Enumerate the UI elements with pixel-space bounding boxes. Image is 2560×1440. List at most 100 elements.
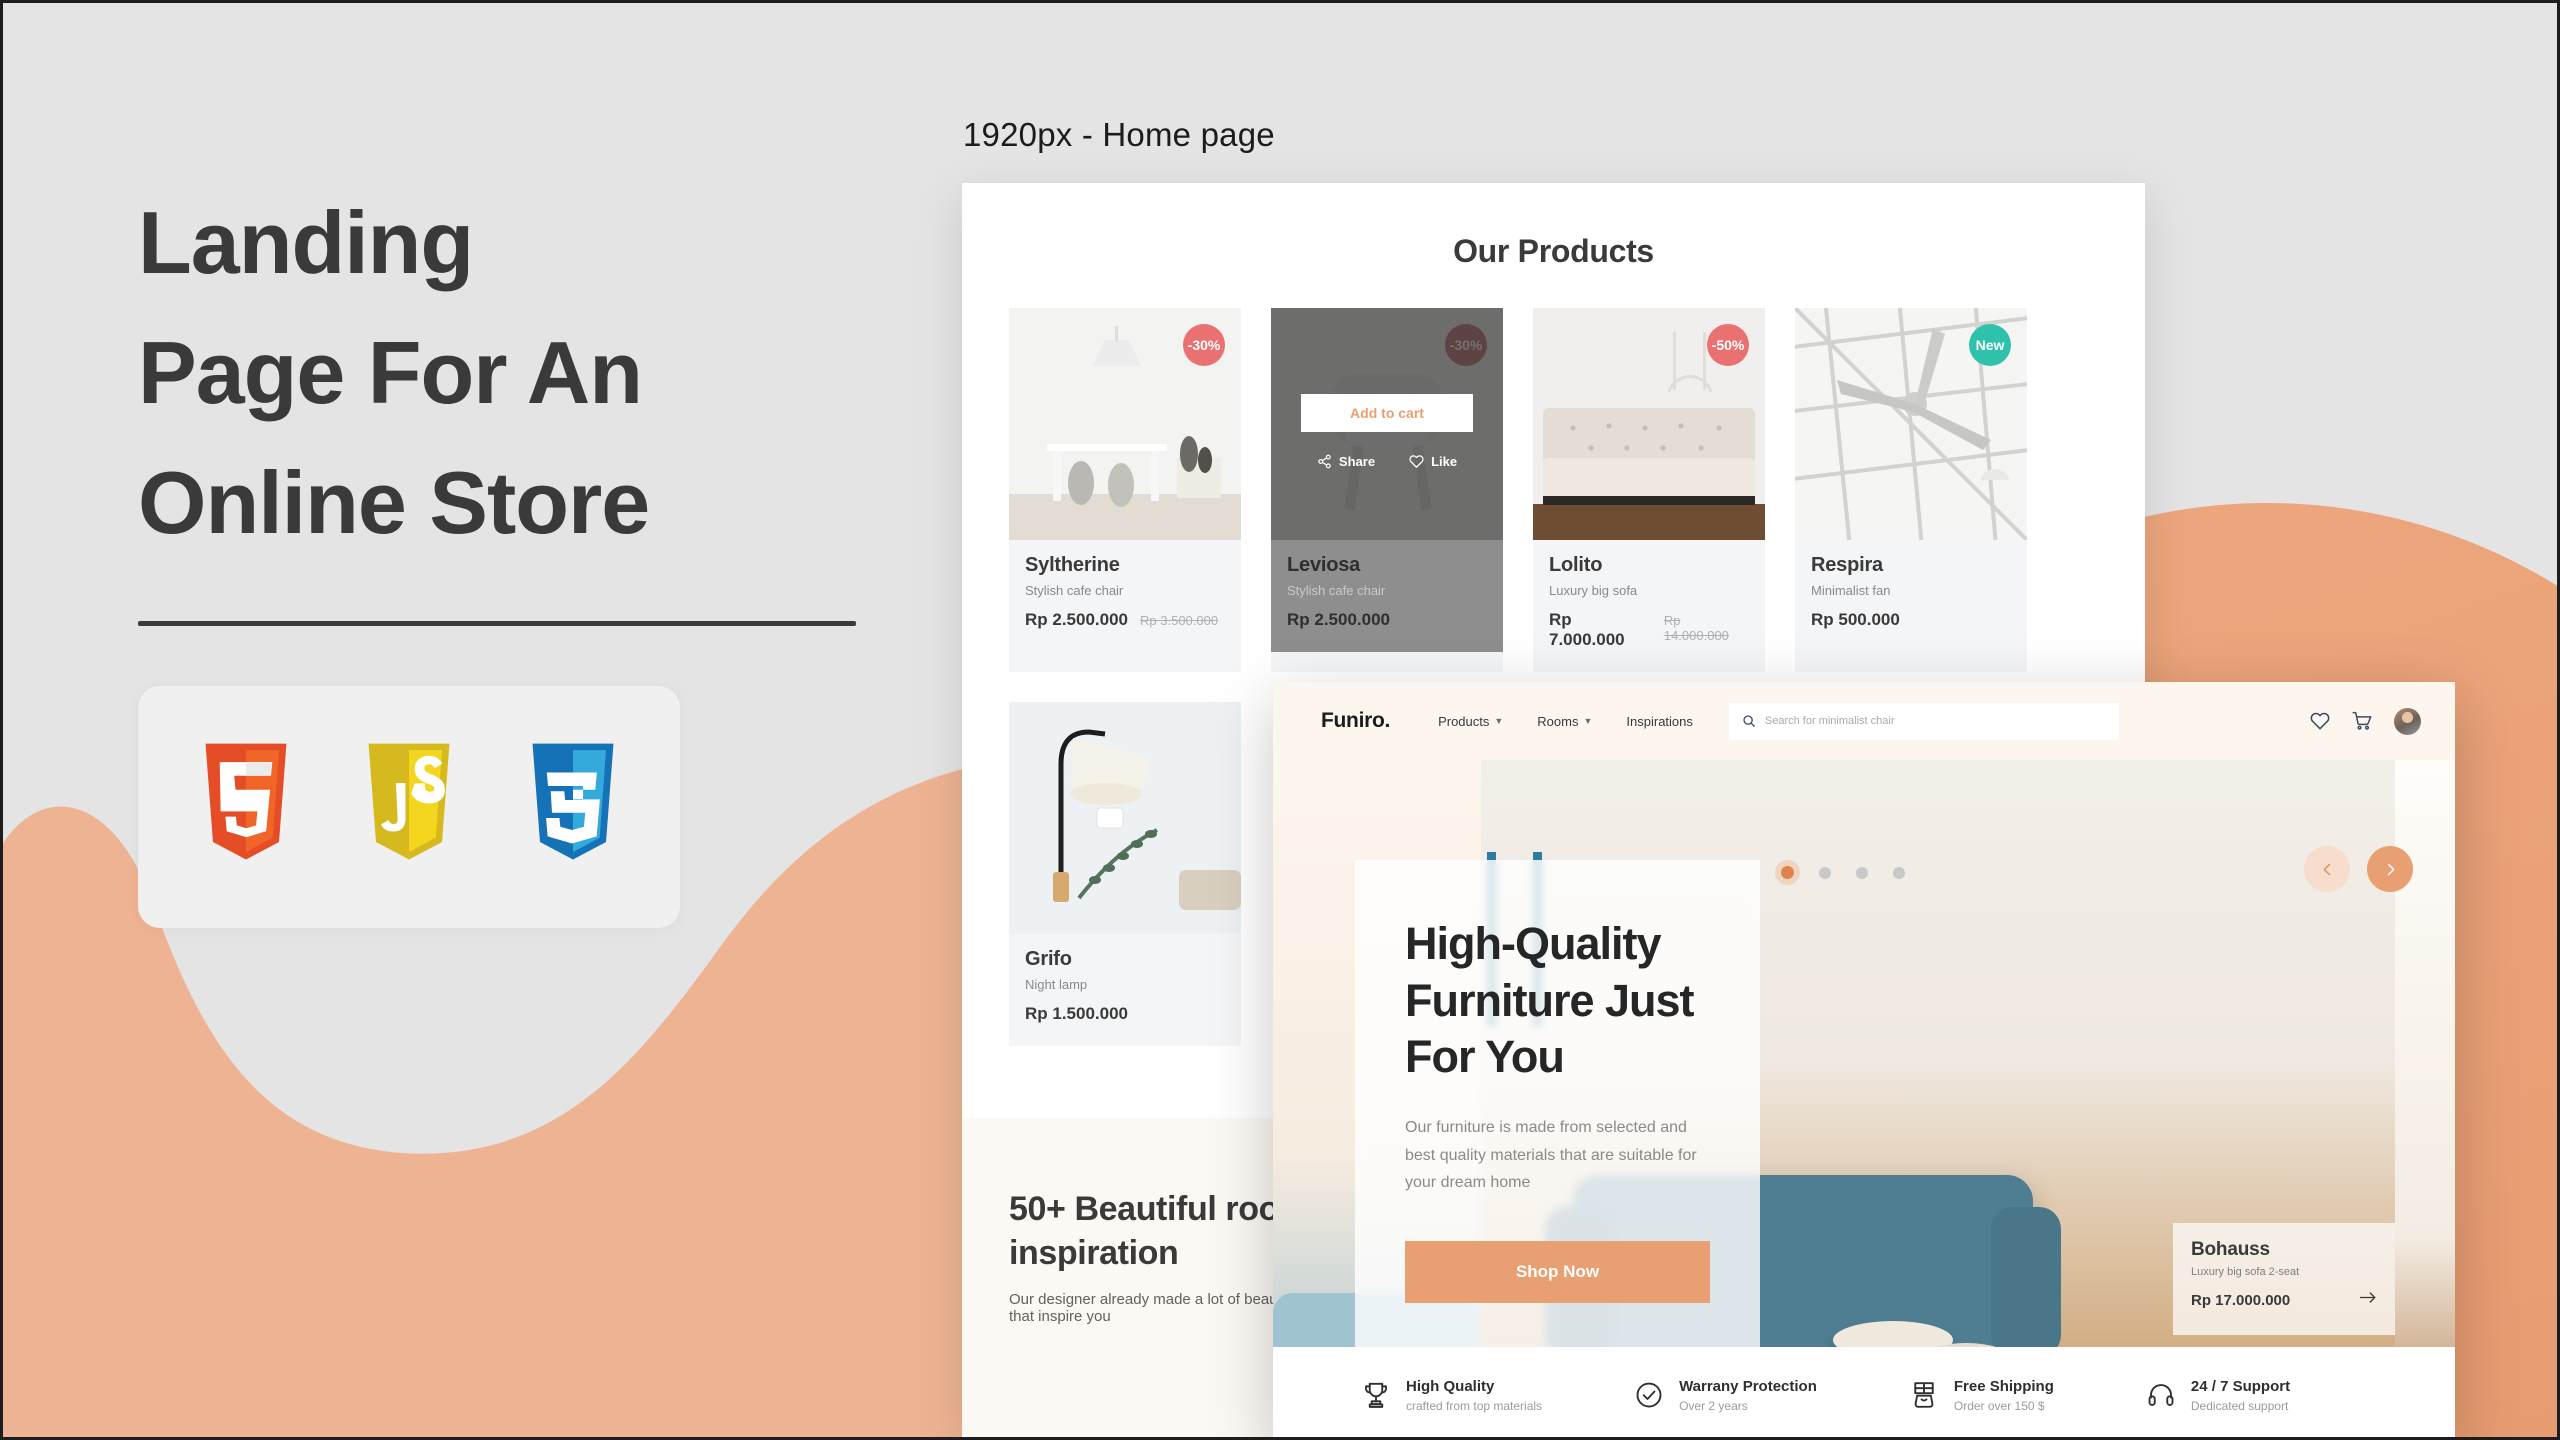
nav-label: Inspirations	[1626, 713, 1693, 729]
share-icon	[1318, 454, 1331, 469]
product-name: Lolito	[1549, 554, 1603, 576]
mockup-label: 1920px - Home page	[963, 116, 1275, 153]
product-hover-overlay: Add to cart Share Like	[1271, 394, 1503, 469]
product-price: Rp 2.500.000	[1287, 610, 1391, 629]
product-price-row: Rp 500.000	[1811, 610, 2011, 630]
carousel-dot-4[interactable]	[1893, 866, 1905, 879]
funiro-nav-links: Products ▼ Rooms ▼ Inspirations	[1438, 714, 1693, 729]
product-old-price: Rp 14.000.000	[1663, 613, 1729, 643]
carousel-dot-2[interactable]	[1819, 866, 1831, 879]
product-name: Respira	[1811, 554, 1883, 576]
carousel-arrows	[2304, 846, 2413, 892]
carousel-dots	[1781, 866, 1905, 879]
carousel-dot-1[interactable]	[1781, 866, 1794, 879]
feature-subtitle: Dedicated support	[2190, 1398, 2289, 1413]
search-placeholder: Search for minimalist chair	[1764, 715, 1895, 727]
feature-title: 24 / 7 Support	[2190, 1377, 2291, 1395]
product-info: Leviosa Stylish cafe chair Rp 2.500.000	[1271, 540, 1503, 652]
product-info: Syltherine Stylish cafe chair Rp 2.500.0…	[1009, 540, 1241, 652]
carousel-next-button[interactable]	[2367, 846, 2413, 892]
product-hover-actions: Share Like	[1317, 454, 1457, 469]
product-description: Luxury big sofa	[1549, 583, 1638, 598]
product-price: Rp 7.000.000	[1549, 610, 1625, 649]
page-title: Landing Page For An Online Store	[138, 178, 918, 569]
product-image: -30%	[1009, 308, 1241, 540]
support-icon	[2148, 1384, 2174, 1406]
product-card[interactable]: -50% Lolito Luxury big sofa Rp 7.000.000…	[1533, 308, 1765, 672]
cart-icon[interactable]	[2352, 711, 2372, 731]
product-name: Leviosa	[1287, 554, 1361, 576]
headline-line-1: Landing	[138, 193, 474, 292]
product-image: -50%	[1533, 308, 1765, 540]
share-action[interactable]: Share	[1317, 454, 1375, 469]
product-info: Respira Minimalist fan Rp 500.000	[1795, 540, 2027, 652]
poster-canvas: Landing Page For An Online Store 1920px …	[0, 0, 2560, 1440]
headline-line-2: Page For An	[138, 323, 643, 423]
funiro-hero: High-Quality Furniture Just For You Our …	[1273, 760, 2455, 1437]
feature-high-quality: High Quality crafted from top materials	[1361, 1378, 1542, 1413]
nav-label: Rooms	[1537, 713, 1579, 729]
product-image	[1009, 702, 1241, 934]
feature-subtitle: Order over 150 $	[1953, 1398, 2045, 1413]
shop-now-button[interactable]: Shop Now	[1405, 1240, 1710, 1303]
add-to-cart-button[interactable]: Add to cart	[1301, 394, 1473, 432]
discount-badge: -50%	[1707, 324, 1749, 366]
heart-icon[interactable]	[2310, 711, 2330, 731]
chevron-down-icon: ▼	[1583, 716, 1593, 726]
hero-title: High-Quality Furniture Just For You	[1405, 916, 1710, 1086]
featured-product-price: Rp 17.000.000	[2191, 1291, 2291, 1309]
hero-paragraph: Our furniture is made from selected and …	[1405, 1119, 1697, 1192]
carousel-prev-button[interactable]	[2304, 846, 2350, 892]
product-price-row: Rp 1.500.000	[1025, 1004, 1225, 1024]
product-price-row: Rp 2.500.000 Rp 3.500.000	[1025, 610, 1225, 630]
product-image: -30% Add to cart Share Like	[1271, 308, 1503, 540]
feature-support: 24 / 7 Support Dedicated support	[2146, 1378, 2290, 1413]
check-icon	[1636, 1382, 1662, 1408]
nav-item-rooms[interactable]: Rooms ▼	[1537, 714, 1592, 729]
feature-free-shipping: Free Shipping Order over 150 $	[1909, 1378, 2054, 1413]
chevron-right-icon	[2387, 863, 2394, 875]
avatar[interactable]	[2394, 707, 2421, 735]
product-price: Rp 2.500.000	[1025, 610, 1129, 629]
feature-title: Warrany Protection	[1679, 1377, 1817, 1395]
javascript-logo	[353, 742, 465, 872]
chevron-down-icon: ▼	[1494, 716, 1504, 726]
funiro-nav-icons	[2310, 707, 2421, 735]
product-card[interactable]: -30% Syltherine Stylish cafe chair Rp 2.…	[1009, 308, 1241, 672]
tech-stack-card	[138, 685, 680, 928]
product-card[interactable]: Grifo Night lamp Rp 1.500.000	[1009, 702, 1241, 1046]
product-info: Lolito Luxury big sofa Rp 7.000.000 Rp 1…	[1533, 540, 1765, 672]
discount-badge: -30%	[1445, 324, 1487, 366]
share-label: Share	[1338, 454, 1376, 469]
product-old-price: Rp 3.500.000	[1140, 613, 1219, 628]
hero-title-line-1: High-Quality	[1405, 918, 1662, 969]
hero-content-card: High-Quality Furniture Just For You Our …	[1355, 860, 1760, 1420]
product-name: Grifo	[1025, 948, 1072, 970]
funiro-logo[interactable]: Funiro.	[1321, 709, 1390, 733]
left-hero-panel: Landing Page For An Online Store	[3, 3, 963, 1437]
featured-product-row: Rp 17.000.000	[2191, 1290, 2377, 1310]
product-image: New	[1795, 308, 2027, 540]
featured-product-link[interactable]	[2359, 1290, 2377, 1310]
search-icon	[1743, 715, 1755, 727]
featured-product-card[interactable]: Bohauss Luxury big sofa 2-seat Rp 17.000…	[2173, 1223, 2395, 1335]
like-action[interactable]: Like	[1409, 454, 1457, 469]
nav-label: Products	[1438, 713, 1490, 729]
product-description: Minimalist fan	[1811, 583, 1891, 598]
product-price: Rp 1.500.000	[1025, 1004, 1129, 1023]
funiro-browser-mockup: Funiro. Products ▼ Rooms ▼ Inspirations	[1273, 682, 2455, 1437]
products-grid-row-1: -30% Syltherine Stylish cafe chair Rp 2.…	[962, 270, 2145, 672]
shipping-icon	[1914, 1382, 1934, 1408]
nav-item-inspirations[interactable]: Inspirations	[1626, 714, 1692, 729]
nav-item-products[interactable]: Products ▼	[1438, 714, 1503, 729]
like-label: Like	[1431, 454, 1458, 469]
product-card-hovered[interactable]: -30% Add to cart Share Like Leviosa Styl…	[1271, 308, 1503, 672]
product-info: Grifo Night lamp Rp 1.500.000	[1009, 934, 1241, 1046]
html5-logo	[190, 742, 302, 872]
product-card[interactable]: New Respira Minimalist fan Rp 500.000	[1795, 308, 2027, 672]
product-description: Stylish cafe chair	[1025, 583, 1124, 598]
title-divider	[138, 620, 856, 626]
search-input[interactable]: Search for minimalist chair	[1728, 702, 2119, 740]
feature-title: High Quality	[1406, 1377, 1495, 1395]
carousel-dot-3[interactable]	[1856, 866, 1868, 879]
